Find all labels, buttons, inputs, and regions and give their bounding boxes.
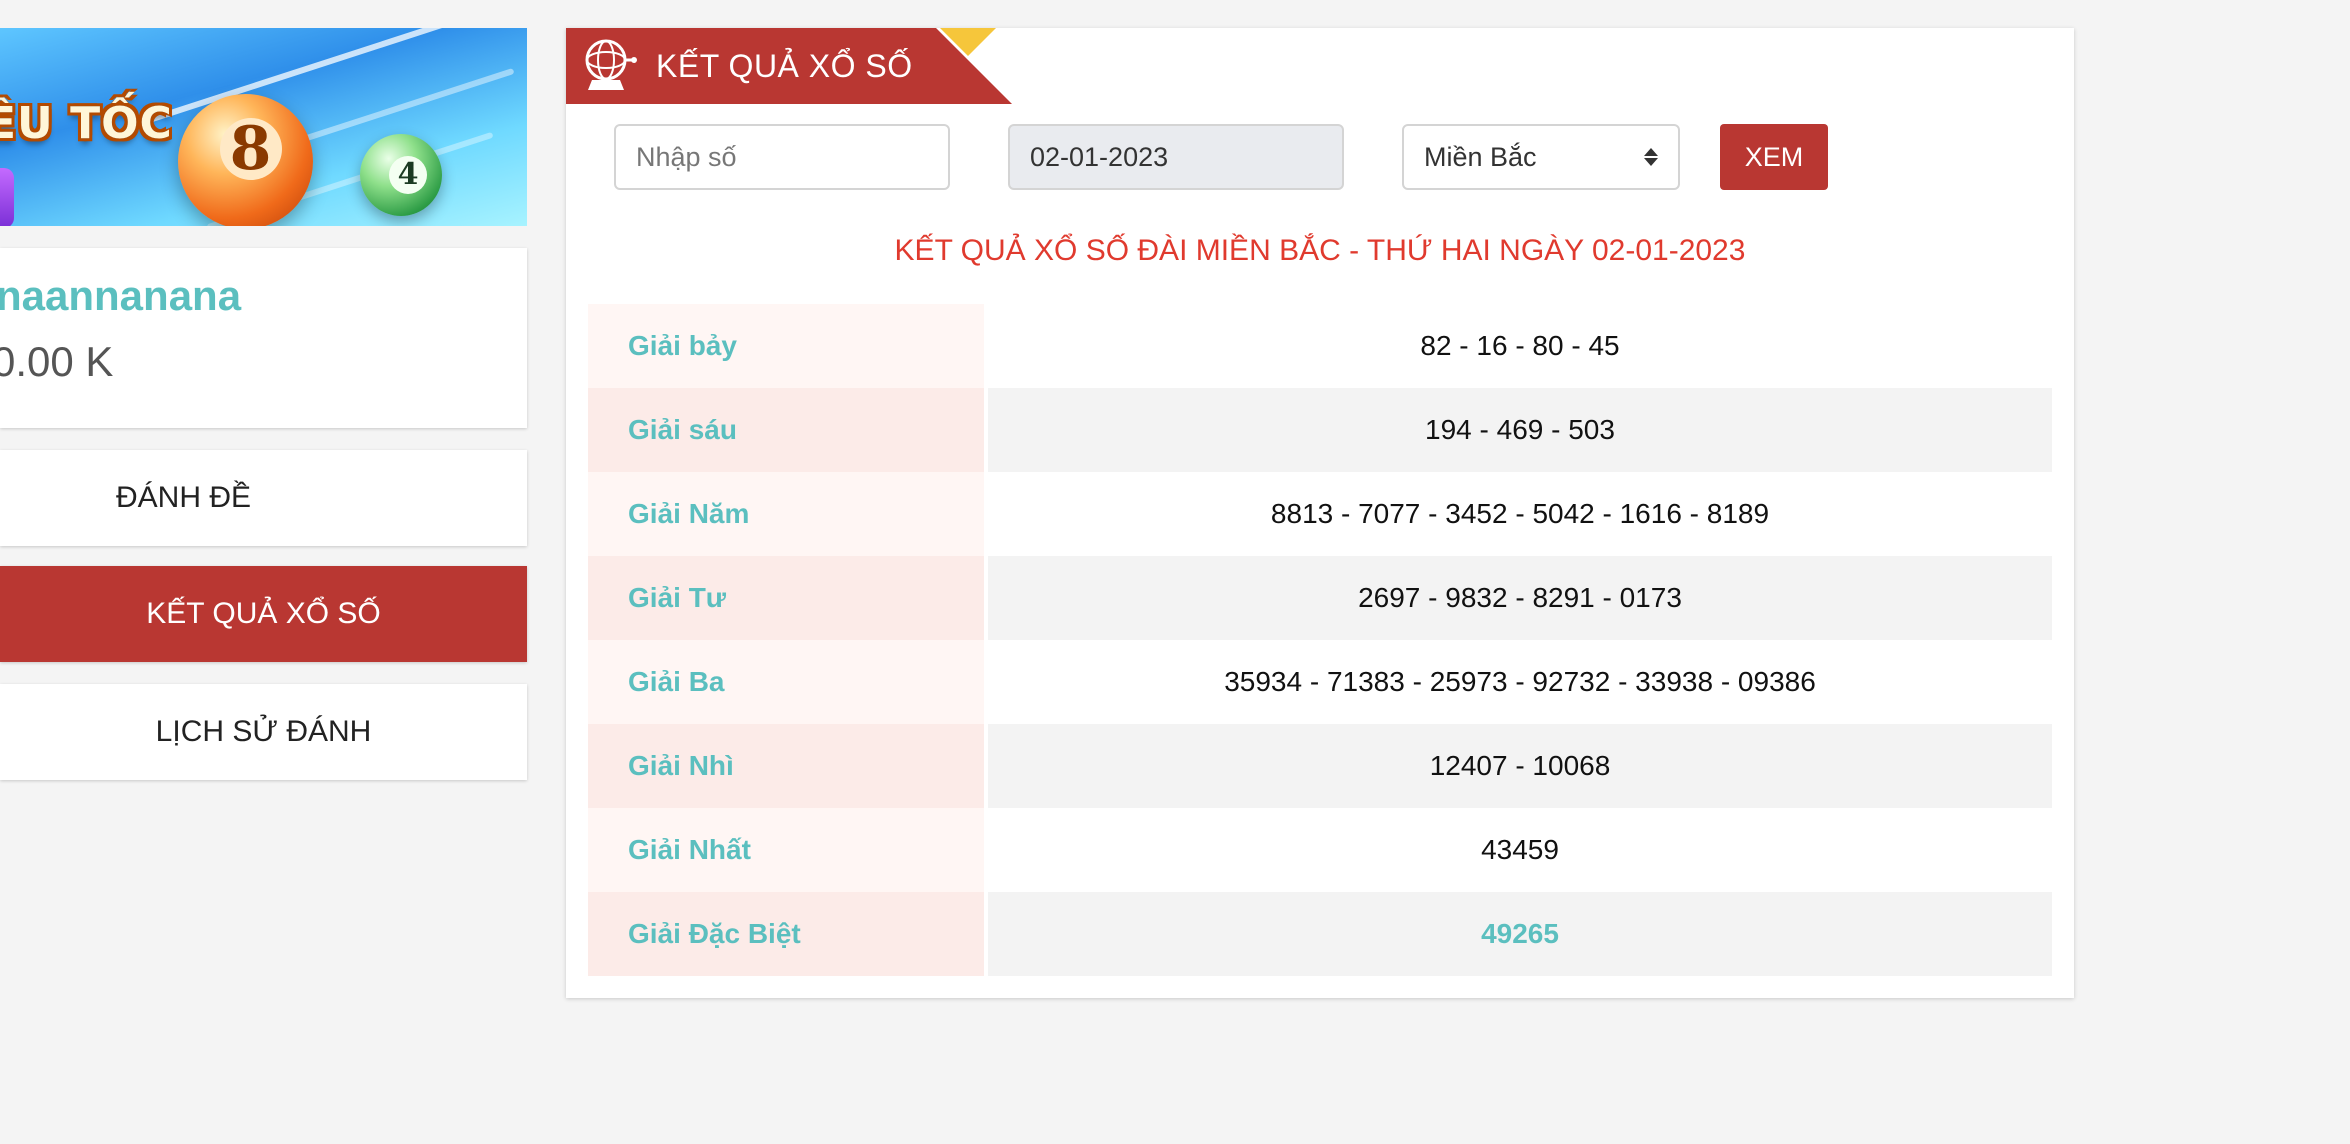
prize-numbers: 35934 - 71383 - 25973 - 92732 - 33938 - … bbox=[988, 640, 2052, 724]
prize-label: Giải Tư bbox=[588, 556, 984, 640]
prize-label: Giải Năm bbox=[588, 472, 984, 556]
page: ÊU TỐC 8 4 naannanana 0.00 K ĐÁNH ĐỀ KẾT… bbox=[0, 0, 2350, 1144]
search-number-input[interactable]: Nhập số bbox=[614, 124, 950, 190]
banner-button-shape bbox=[0, 168, 14, 226]
table-row: Giải bảy 82 - 16 - 80 - 45 bbox=[588, 304, 2052, 388]
promo-banner[interactable]: ÊU TỐC 8 4 bbox=[0, 28, 527, 226]
prize-numbers: 194 - 469 - 503 bbox=[988, 388, 2052, 472]
ribbon-title: KẾT QUẢ XỔ SỐ bbox=[656, 48, 913, 84]
prize-label: Giải bảy bbox=[588, 304, 984, 388]
nav-lich-su-danh[interactable]: LỊCH SỬ ĐÁNH bbox=[0, 684, 527, 780]
lottery-ball-8-icon: 8 bbox=[178, 94, 313, 226]
table-row: Giải Nhì 12407 - 10068 bbox=[588, 724, 2052, 808]
prize-label: Giải sáu bbox=[588, 388, 984, 472]
nav-danh-de[interactable]: ĐÁNH ĐỀ bbox=[0, 450, 527, 546]
banner-streak bbox=[146, 28, 454, 124]
user-card: naannanana 0.00 K bbox=[0, 248, 527, 428]
region-value: Miền Bắc bbox=[1424, 141, 1537, 172]
results-heading: KẾT QUẢ XỔ SỐ ĐÀI MIỀN BẮC - THỨ HAI NGÀ… bbox=[894, 234, 1746, 267]
nav-ket-qua-xo-so[interactable]: KẾT QUẢ XỔ SỐ bbox=[0, 566, 527, 662]
nav-label: LỊCH SỬ ĐÁNH bbox=[155, 715, 372, 748]
balance: 0.00 K bbox=[0, 338, 114, 385]
prize-label: Giải Ba bbox=[588, 640, 984, 724]
results-card: KẾT QUẢ XỔ SỐ Nhập số 02-01-2023 Miền Bắ… bbox=[566, 28, 2074, 998]
section-ribbon: KẾT QUẢ XỔ SỐ bbox=[566, 28, 1012, 104]
region-select[interactable]: Miền Bắc bbox=[1402, 124, 1680, 190]
nav-label: ĐÁNH ĐỀ bbox=[115, 481, 251, 514]
banner-text: ÊU TỐC bbox=[0, 98, 173, 149]
prize-numbers: 43459 bbox=[988, 808, 2052, 892]
date-value: 02-01-2023 bbox=[1030, 141, 1169, 172]
lottery-cage-icon bbox=[585, 39, 637, 90]
table-row: Giải Tư 2697 - 9832 - 8291 - 0173 bbox=[588, 556, 2052, 640]
select-arrows-icon bbox=[1644, 148, 1658, 166]
prize-numbers: 82 - 16 - 80 - 45 bbox=[988, 304, 2052, 388]
prize-label: Giải Nhất bbox=[588, 808, 984, 892]
date-input[interactable]: 02-01-2023 bbox=[1008, 124, 1344, 190]
prize-numbers: 8813 - 7077 - 3452 - 5042 - 1616 - 8189 bbox=[988, 472, 2052, 556]
prize-numbers: 49265 bbox=[988, 892, 2052, 976]
prize-label: Giải Đặc Biệt bbox=[588, 892, 984, 976]
results-table: Giải bảy 82 - 16 - 80 - 45 Giải sáu 194 … bbox=[588, 304, 2052, 976]
table-row: Giải Nhất 43459 bbox=[588, 808, 2052, 892]
table-row: Giải Năm 8813 - 7077 - 3452 - 5042 - 161… bbox=[588, 472, 2052, 556]
nav-label: KẾT QUẢ XỔ SỐ bbox=[146, 597, 381, 630]
prize-numbers: 12407 - 10068 bbox=[988, 724, 2052, 808]
lottery-ball-4-icon: 4 bbox=[360, 134, 442, 216]
prize-numbers: 2697 - 9832 - 8291 - 0173 bbox=[988, 556, 2052, 640]
search-placeholder: Nhập số bbox=[636, 141, 737, 172]
table-row: Giải Ba 35934 - 71383 - 25973 - 92732 - … bbox=[588, 640, 2052, 724]
table-row: Giải sáu 194 - 469 - 503 bbox=[588, 388, 2052, 472]
username: naannanana bbox=[0, 272, 242, 319]
table-row-special-prize: Giải Đặc Biệt 49265 bbox=[588, 892, 2052, 976]
view-button[interactable]: XEM bbox=[1720, 124, 1828, 190]
prize-label: Giải Nhì bbox=[588, 724, 984, 808]
